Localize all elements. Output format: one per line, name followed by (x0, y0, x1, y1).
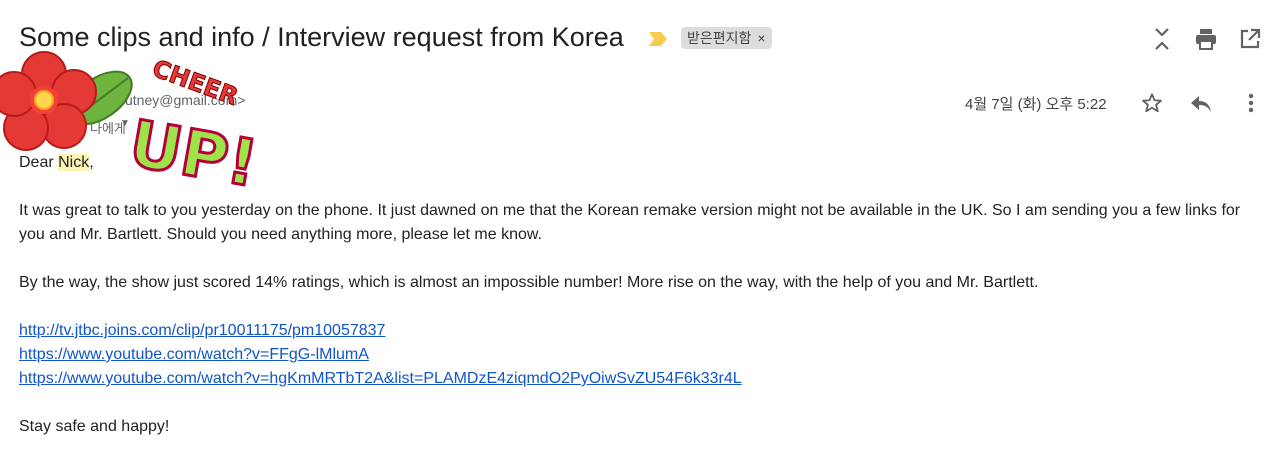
reply-icon[interactable] (1189, 91, 1213, 115)
collapse-icon[interactable] (1150, 27, 1174, 51)
inbox-label-chip: 받은편지함 × (681, 27, 772, 49)
paragraph-2: By the way, the show just scored 14% rat… (19, 274, 1039, 291)
message-date: 4월 7일 (화) 오후 5:22 (965, 96, 1107, 113)
more-options-icon[interactable] (1239, 91, 1263, 115)
sticker-text-up: UP! (124, 107, 263, 202)
inbox-label-text: 받은편지함 (687, 30, 752, 46)
email-subject: Some clips and info / Interview request … (19, 22, 624, 52)
paragraph-1: It was great to talk to you yesterday on… (19, 202, 1241, 243)
star-icon[interactable] (1140, 91, 1164, 115)
link-youtube-2[interactable]: https://www.youtube.com/watch?v=hgKmMRTb… (19, 367, 1264, 391)
sticker-text-cheer: CHEER (149, 54, 242, 111)
remove-label-button[interactable]: × (757, 30, 765, 46)
link-youtube-1[interactable]: https://www.youtube.com/watch?v=FFgG-lMl… (19, 343, 1264, 367)
print-icon[interactable] (1194, 27, 1218, 51)
link-list: http://tv.jtbc.joins.com/clip/pr10011175… (19, 319, 1264, 391)
importance-marker-icon[interactable] (648, 31, 668, 47)
red-flower-icon (0, 51, 97, 151)
cheer-up-sticker: CHEER UP! (0, 51, 264, 204)
link-jtbc-clip[interactable]: http://tv.jtbc.joins.com/clip/pr10011175… (19, 319, 1264, 343)
open-new-window-icon[interactable] (1238, 27, 1262, 51)
closing: Stay safe and happy! (19, 418, 170, 435)
